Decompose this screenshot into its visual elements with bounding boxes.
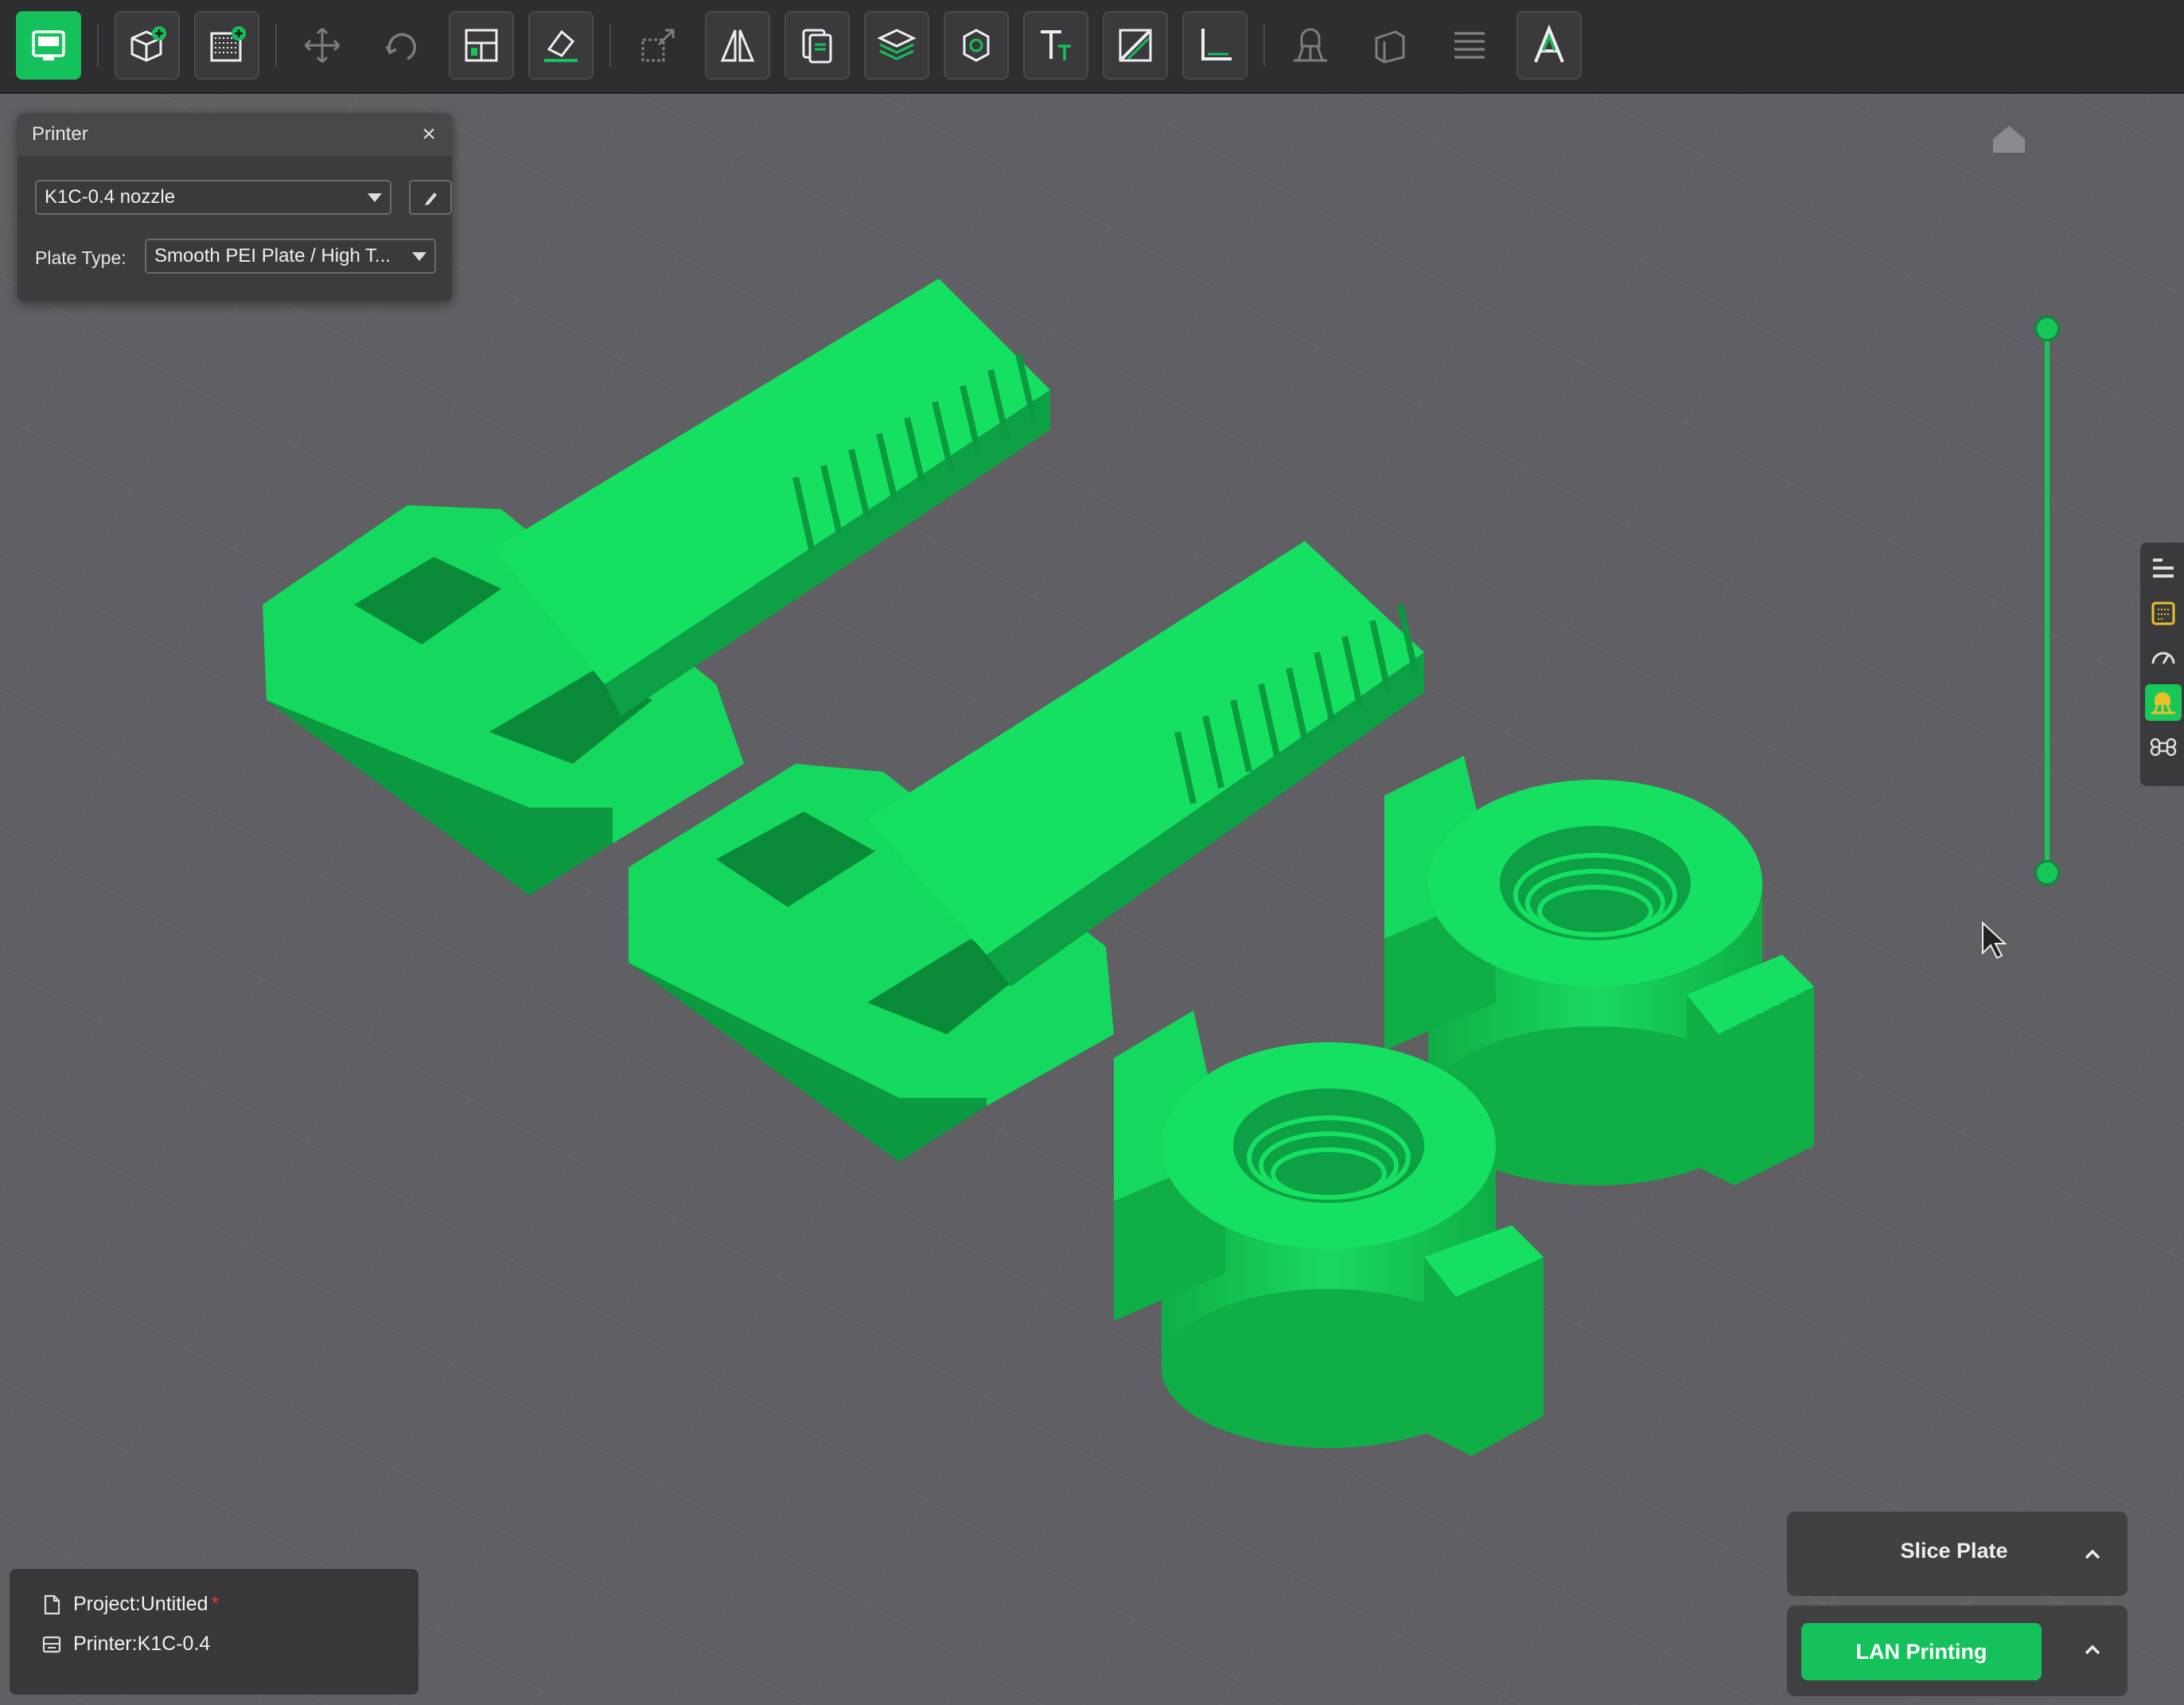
printer-select-value: K1C-0.4 nozzle [45, 186, 176, 208]
chevron-down-icon [412, 252, 426, 261]
project-name: Project:Untitled [73, 1593, 208, 1615]
chevron-down-icon [368, 193, 382, 202]
text-icon [1041, 30, 1071, 60]
printer-panel-title: Printer [32, 123, 88, 145]
print-panel: LAN Printing [1787, 1606, 2128, 1696]
project-status-row: Project:Untitled * [41, 1593, 219, 1616]
build-plate-scene[interactable] [0, 94, 2184, 1705]
plate-type-select[interactable]: Smooth PEI Plate / High T... [145, 239, 436, 274]
slice-plate-panel[interactable]: Slice Plate [1787, 1512, 2128, 1596]
plate-type-value: Smooth PEI Plate / High T... [154, 245, 391, 267]
layers-button[interactable] [864, 11, 929, 80]
printer-panel: Printer × K1C-0.4 nozzle Plate Type: Smo… [18, 113, 452, 301]
add-plate-icon [210, 26, 246, 62]
cut-button[interactable] [944, 11, 1009, 80]
add-plate-button[interactable] [194, 11, 259, 80]
split-button[interactable] [784, 11, 850, 80]
toolbar-divider [1263, 24, 1265, 67]
arrange-button[interactable] [449, 11, 514, 80]
printer-status-row: Printer:K1C-0.4 [41, 1633, 210, 1656]
printer-select[interactable]: K1C-0.4 nozzle [35, 180, 391, 215]
pencil-icon [425, 193, 437, 205]
toolbar-divider [275, 24, 277, 67]
layer-slider-bottom-handle[interactable] [2034, 860, 2060, 886]
seam-painting-button[interactable] [1357, 11, 1423, 80]
support-icon [2151, 692, 2175, 714]
move-icon [304, 27, 341, 64]
plate-icon [2151, 601, 2175, 625]
rotate-button[interactable] [369, 11, 434, 80]
gauge-icon [2151, 652, 2175, 664]
right-tool-strip [2140, 543, 2184, 786]
measure-button[interactable] [1182, 11, 1248, 80]
modified-indicator: * [211, 1593, 220, 1615]
lay-on-face-icon [544, 29, 578, 62]
paint-icon [1119, 29, 1152, 62]
file-icon [44, 1594, 60, 1614]
scale-icon [641, 29, 675, 62]
main-toolbar [0, 0, 2184, 94]
variable-layer-icon [1454, 32, 1485, 59]
variable-layer-button[interactable] [1437, 11, 1502, 80]
mirror-button[interactable] [705, 11, 770, 80]
support-icon [1294, 28, 1327, 62]
speed-button[interactable] [2145, 640, 2182, 676]
monitor-icon [32, 30, 65, 60]
toolbar-divider [97, 24, 99, 67]
printer-panel-header: Printer × [18, 113, 452, 156]
slice-plate-button[interactable]: Slice Plate [1851, 1539, 2057, 1563]
chevron-up-icon[interactable] [2081, 1639, 2104, 1661]
measure-icon [1201, 29, 1232, 60]
3d-viewport[interactable] [0, 94, 2184, 1705]
rotate-icon [385, 33, 417, 60]
layer-slider-track[interactable] [2045, 328, 2050, 874]
paint-button[interactable] [1103, 11, 1168, 80]
project-status-box: Project:Untitled * Printer:K1C-0.4 [10, 1569, 419, 1695]
slicer-app: Printer × K1C-0.4 nozzle Plate Type: Smo… [0, 0, 2184, 1705]
command-key-icon [2150, 738, 2177, 757]
plate-type-label: Plate Type: [35, 247, 127, 268]
add-cube-icon [130, 26, 166, 62]
close-icon[interactable]: × [417, 123, 441, 146]
assembly-icon [1534, 24, 1564, 63]
seam-icon [1375, 30, 1405, 64]
layer-slider-top-handle[interactable] [2034, 316, 2060, 341]
add-object-button[interactable] [115, 11, 180, 80]
scale-button[interactable] [625, 11, 691, 80]
list-icon [2153, 559, 2174, 578]
shortcuts-button[interactable] [2145, 729, 2182, 765]
object-list-button[interactable] [2145, 551, 2182, 587]
layers-icon [877, 29, 917, 60]
plate-settings-button[interactable] [2145, 595, 2182, 632]
toolbar-divider [609, 24, 611, 67]
mirror-icon [720, 29, 755, 62]
printer-name: Printer:K1C-0.4 [73, 1633, 211, 1655]
edit-printer-button[interactable] [409, 180, 452, 215]
support-view-button[interactable] [2145, 684, 2182, 721]
arrange-icon [465, 29, 498, 62]
text-button[interactable] [1023, 11, 1088, 80]
support-painting-button[interactable] [1278, 11, 1343, 80]
prepare-view-button[interactable] [16, 11, 81, 80]
split-icon [802, 29, 832, 64]
chevron-up-icon[interactable] [2081, 1543, 2104, 1566]
assembly-button[interactable] [1516, 11, 1582, 80]
lay-on-face-button[interactable] [528, 11, 594, 80]
cut-icon [963, 29, 990, 62]
move-button[interactable] [290, 11, 355, 80]
printer-icon [42, 1636, 61, 1652]
lan-printing-button[interactable]: LAN Printing [1801, 1623, 2042, 1680]
